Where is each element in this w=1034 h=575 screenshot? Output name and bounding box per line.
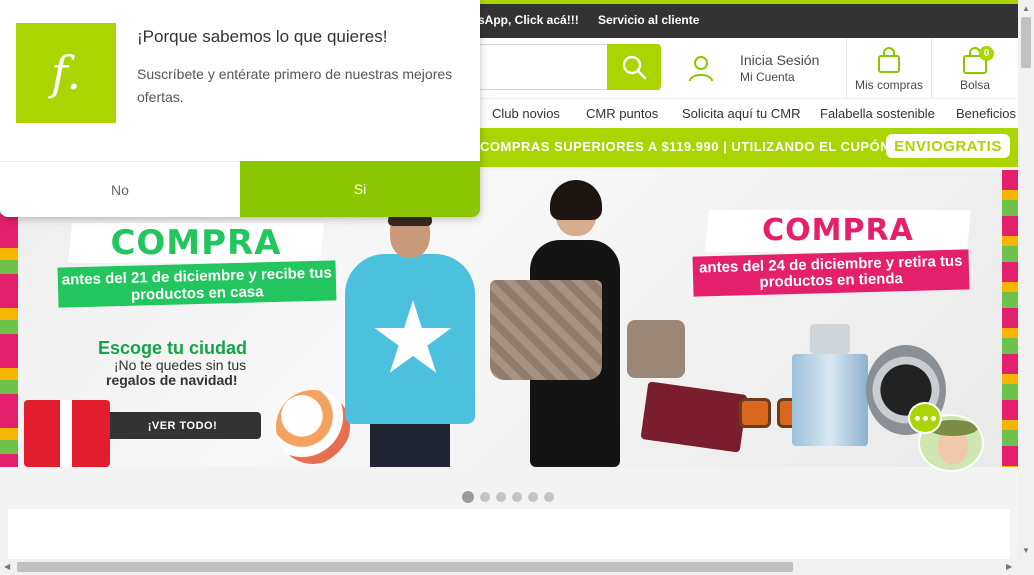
logo-letter: f.	[50, 46, 81, 100]
vertical-scrollbar[interactable]: ▲ ▼	[1018, 0, 1034, 559]
banner-right-subtitle: antes del 24 de diciembre y retira tus p…	[692, 249, 970, 297]
user-icon	[689, 56, 713, 82]
bag-count-badge: 0	[979, 46, 994, 61]
customer-service-link[interactable]: Servicio al cliente	[598, 13, 699, 27]
scroll-right-icon[interactable]: ▶	[1006, 562, 1012, 571]
falabella-logo: f.	[16, 23, 116, 123]
small-bag-image	[627, 320, 685, 378]
header-divider	[846, 38, 847, 98]
scroll-down-icon[interactable]: ▼	[1022, 546, 1030, 555]
chat-icon[interactable]	[908, 402, 942, 434]
scroll-left-icon[interactable]: ◀	[4, 562, 10, 571]
decorative-pattern	[1002, 170, 1018, 467]
vertical-scroll-thumb[interactable]	[1021, 17, 1031, 68]
bag-button[interactable]: 0 Bolsa	[932, 38, 1018, 98]
see-all-button[interactable]: ¡VER TODO!	[104, 412, 261, 439]
account-label: Mi Cuenta	[740, 70, 795, 84]
subscription-popup: f. ¡Porque sabemos lo que quieres! Suscr…	[0, 0, 480, 217]
search-icon	[622, 55, 647, 80]
banner-left-title-box: COMPRA	[67, 223, 325, 263]
accept-button[interactable]: Si	[240, 161, 480, 217]
horizontal-scroll-thumb[interactable]	[17, 562, 793, 572]
banner-left-subtitle: antes del 21 de diciembre y recibe tus p…	[57, 260, 337, 308]
popup-title: ¡Porque sabemos lo que quieres!	[137, 27, 388, 46]
carousel-dot[interactable]	[544, 492, 554, 502]
carousel-dot[interactable]	[528, 492, 538, 502]
whatsapp-link[interactable]: sApp, Click acá!!!	[478, 13, 579, 27]
shopping-bag-icon	[878, 47, 900, 73]
scroll-up-icon[interactable]: ▲	[1022, 4, 1030, 13]
coupon-code: ENVIOGRATIS	[886, 134, 1010, 158]
carousel-dot[interactable]	[480, 492, 490, 502]
horizontal-scrollbar[interactable]: ◀ ▶	[0, 559, 1034, 575]
my-purchases-button[interactable]: Mis compras	[848, 38, 930, 98]
wallet-image	[640, 381, 748, 453]
banner-right-title: COMPRA	[762, 213, 914, 248]
banner-right-title-box: COMPRA	[704, 210, 972, 252]
bag-label: Bolsa	[959, 78, 991, 92]
search-button[interactable]	[607, 44, 661, 90]
login-button[interactable]: Inicia Sesión Mi Cuenta	[686, 46, 846, 90]
content-section	[8, 509, 1010, 559]
banner-tagline: ¡No te quedes sin tus	[113, 357, 247, 373]
nav-item-club-novios[interactable]: Club novios	[492, 106, 560, 121]
carousel-dots	[462, 491, 554, 503]
choose-city-heading: Escoge tu ciudad	[98, 338, 248, 358]
banner-tagline-bold: regalos de navidad!	[106, 372, 238, 388]
carousel-dot[interactable]	[496, 492, 506, 502]
carousel-dot[interactable]	[462, 491, 474, 503]
nav-item-cmr-puntos[interactable]: CMR puntos	[586, 106, 658, 121]
nav-item-solicita-cmr[interactable]: Solicita aquí tu CMR	[682, 106, 801, 121]
gift-box-image	[24, 400, 110, 467]
soccer-ball-image	[276, 390, 350, 464]
carousel-dot[interactable]	[512, 492, 522, 502]
model-hoodie-image	[345, 206, 475, 467]
nav-item-beneficios[interactable]: Beneficios	[956, 106, 1016, 121]
banner-left-title: COMPRA	[110, 223, 282, 263]
popup-description: Suscríbete y entérate primero de nuestra…	[137, 66, 453, 105]
promo-text: COMPRAS SUPERIORES A $119.990 | UTILIZAN…	[480, 139, 891, 154]
perfume-image	[792, 324, 868, 446]
login-label: Inicia Sesión	[740, 52, 820, 68]
decline-button[interactable]: No	[0, 161, 240, 217]
purchases-label: Mis compras	[854, 78, 923, 92]
quilted-bag-image	[490, 280, 602, 380]
nav-item-falabella-sostenible[interactable]: Falabella sostenible	[820, 106, 935, 121]
